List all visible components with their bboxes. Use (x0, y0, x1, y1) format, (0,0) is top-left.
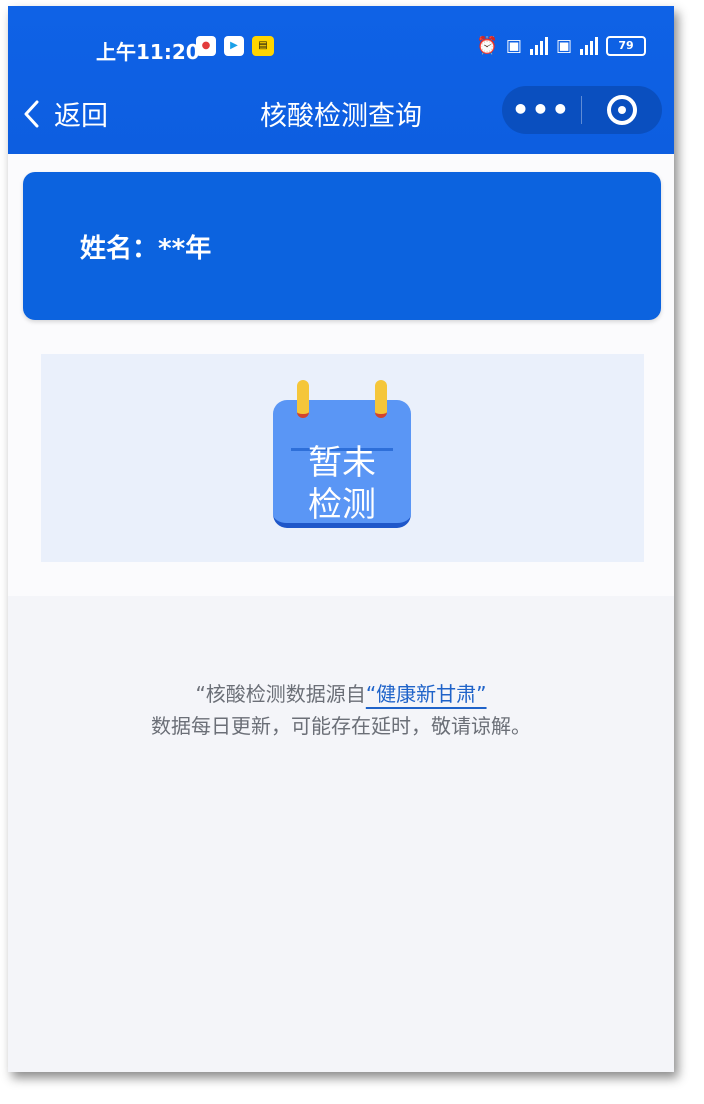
update-notice: 数据每日更新，可能存在延时，敬请谅解。 (151, 714, 531, 738)
name-card: 姓名：**年 (23, 172, 661, 320)
news-app-icon: ▤ (252, 36, 274, 56)
data-source-note: “核酸检测数据源自“健康新甘肃” 数据每日更新，可能存在延时，敬请谅解。 (8, 678, 674, 742)
status-time: 上午11:20 (96, 40, 200, 64)
sim2-icon: ▣ (555, 36, 572, 56)
header-bar: 上午11:20 ● ▶ ▤ ⏰ ▣ ▣ 79 返回 核酸检测查询 ••• (8, 6, 674, 154)
source-prefix: “核酸检测数据源自 (195, 682, 366, 706)
source-link[interactable]: “健康新甘肃” (366, 682, 487, 706)
phone-screen: 上午11:20 ● ▶ ▤ ⏰ ▣ ▣ 79 返回 核酸检测查询 ••• 姓名：… (8, 6, 674, 1072)
status-indicators: ⏰ ▣ ▣ 79 (477, 36, 646, 56)
wifi-signal-icon (529, 37, 548, 55)
alarm-icon: ⏰ (476, 36, 498, 56)
calendar-ring-right (375, 380, 387, 418)
cell-signal-icon (580, 37, 598, 55)
status-line-1: 暂未 (308, 443, 376, 483)
source-line: “核酸检测数据源自“健康新甘肃” (8, 678, 674, 710)
name-label: 姓名：**年 (80, 234, 212, 264)
status-app-icons: ● ▶ ▤ (196, 36, 274, 56)
test-status-panel: 暂未 检测 (41, 354, 644, 562)
close-miniprogram-button[interactable] (582, 86, 661, 134)
calendar-body: 暂未 检测 (273, 400, 411, 528)
test-status-text: 暂未 检测 (273, 442, 411, 526)
sim1-icon: ▣ (505, 36, 522, 56)
calendar-icon: 暂未 检测 (273, 380, 411, 528)
status-bar: 上午11:20 ● ▶ ▤ ⏰ ▣ ▣ 79 (8, 28, 674, 68)
target-icon (606, 95, 637, 125)
more-options-button[interactable]: ••• (502, 86, 581, 134)
miniprogram-capsule: ••• (502, 86, 662, 134)
video-app-icon: ▶ (224, 36, 244, 56)
map-pin-app-icon: ● (196, 36, 216, 56)
battery-icon: 79 (606, 36, 646, 56)
navigation-bar: 返回 核酸检测查询 ••• (8, 84, 674, 140)
calendar-ring-left (297, 380, 309, 418)
status-line-2: 检测 (308, 485, 376, 525)
more-dots-icon: ••• (511, 93, 572, 126)
